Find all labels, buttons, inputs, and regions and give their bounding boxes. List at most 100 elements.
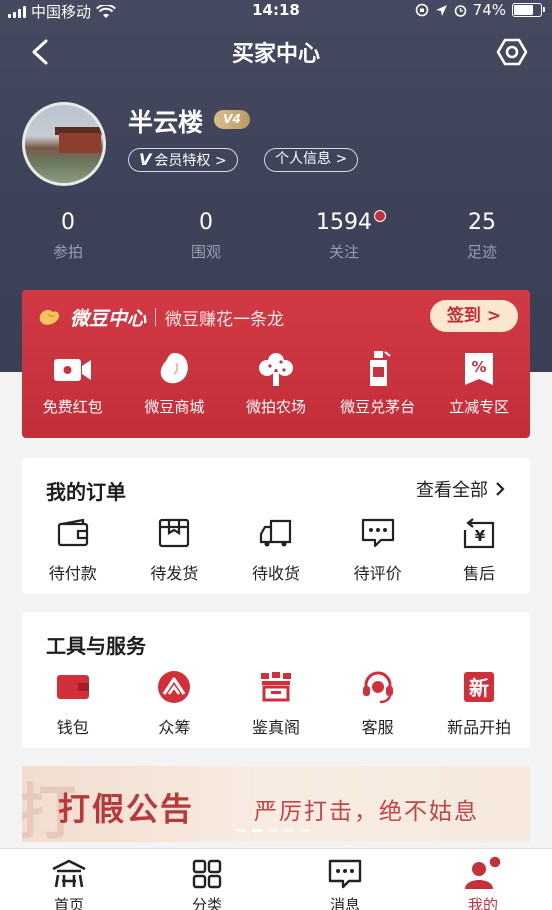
stat-value: 0 xyxy=(199,210,213,235)
wallet-icon xyxy=(57,519,88,547)
anti-counterfeit-banner[interactable]: 打 打假公告 严厉打击，绝不姑息 xyxy=(22,766,530,842)
personal-info-link[interactable]: 个人信息 > xyxy=(264,148,359,172)
refund-icon: ¥ xyxy=(464,518,495,549)
stat-value: 0 xyxy=(61,210,75,235)
stats-row: 0 参拍 0 围观 1594 关注 25 足迹 xyxy=(0,210,552,270)
bean-item-moutai[interactable]: 微豆兑茅台 xyxy=(327,350,429,417)
orders-title: 我的订单 xyxy=(46,480,126,504)
liquor-bottle-icon xyxy=(369,351,391,386)
divider xyxy=(155,308,157,326)
tool-wallet[interactable]: 钱包 xyxy=(22,670,124,738)
order-item-label: 待付款 xyxy=(48,564,97,583)
member-privileges-link[interactable]: V 会员特权 > xyxy=(128,148,238,172)
tree-icon xyxy=(258,353,293,386)
orders-card: 我的订单 查看全部 待付款 待发货 待收货 待评价 ¥ 售后 xyxy=(22,458,530,594)
order-pending-payment[interactable]: 待付款 xyxy=(22,516,124,584)
user-icon xyxy=(465,855,502,889)
order-after-sales[interactable]: ¥ 售后 xyxy=(428,516,530,584)
tool-label: 众筹 xyxy=(158,718,191,737)
tab-bar: 首页 分类 消息 我的 xyxy=(0,848,552,910)
stat-value: 25 xyxy=(468,210,496,235)
stat-label: 围观 xyxy=(190,243,221,261)
svg-text:新: 新 xyxy=(469,676,489,700)
stat-watching[interactable]: 0 围观 xyxy=(156,210,256,262)
stat-following[interactable]: 1594 关注 xyxy=(294,210,394,262)
video-icon xyxy=(53,359,91,381)
view-all-orders-link[interactable]: 查看全部 xyxy=(416,476,508,502)
username: 半云楼 xyxy=(128,108,204,137)
bean-logo-icon xyxy=(39,309,60,325)
bean-center-slogan: 微豆赚花一条龙 xyxy=(165,309,285,330)
headset-icon xyxy=(362,671,393,704)
package-icon xyxy=(159,518,190,548)
bean-item-farm[interactable]: 微拍农场 xyxy=(225,350,327,417)
bean-item-label: 微豆商城 xyxy=(144,398,205,416)
personal-info-label: 个人信息 > xyxy=(275,151,348,167)
truck-icon xyxy=(259,519,292,547)
bean-item-label: 微拍农场 xyxy=(245,398,306,416)
tab-label: 分类 xyxy=(191,896,222,910)
tools-title: 工具与服务 xyxy=(46,634,146,658)
member-privileges-label: 会员特权 > xyxy=(154,153,227,169)
vip-icon: V xyxy=(139,150,152,169)
tools-card: 工具与服务 钱包 众筹 鉴真阁 客服 新新品开拍 xyxy=(22,612,530,748)
tab-categories[interactable]: 分类 xyxy=(138,849,276,910)
comment-icon xyxy=(361,518,394,548)
page-title: 买家中心 xyxy=(231,42,320,67)
tab-messages[interactable]: 消息 xyxy=(276,849,414,910)
wallet-icon xyxy=(56,675,89,699)
location-icon xyxy=(435,4,447,16)
order-item-label: 待收货 xyxy=(251,564,300,583)
stat-label: 关注 xyxy=(328,243,359,261)
stat-bids[interactable]: 0 参拍 xyxy=(18,210,118,262)
new-icon: 新 xyxy=(464,672,495,702)
appraisal-icon xyxy=(260,672,291,702)
tool-customer-service[interactable]: 客服 xyxy=(327,670,429,738)
tab-home[interactable]: 首页 xyxy=(0,849,138,910)
tab-label: 首页 xyxy=(53,896,84,910)
order-item-label: 待发货 xyxy=(150,564,199,583)
banner-title: 打假公告 xyxy=(58,790,195,828)
bean-item-label: 微豆兑茅台 xyxy=(340,398,416,416)
bean-item-free-red-packet[interactable]: 免费红包 xyxy=(22,350,124,417)
tool-appraisal[interactable]: 鉴真阁 xyxy=(225,670,327,738)
tab-label: 消息 xyxy=(329,896,360,910)
discount-icon: % xyxy=(465,353,494,385)
bean-item-label: 免费红包 xyxy=(42,398,103,416)
chevron-right-icon xyxy=(496,482,505,496)
order-item-label: 待评价 xyxy=(353,564,402,583)
bean-item-bean-mall[interactable]: 微豆商城 xyxy=(124,350,226,417)
order-pending-receipt[interactable]: 待收货 xyxy=(225,516,327,584)
bean-center-logo: 微豆中心 xyxy=(70,307,147,330)
tool-crowdfunding[interactable]: 众筹 xyxy=(124,670,226,738)
bean-center-card: 微豆中心 微豆赚花一条龙 签到 > 免费红包 微豆商城 微拍农场 微豆兑茅台 %… xyxy=(22,290,530,438)
crowdfunding-icon xyxy=(158,671,191,703)
view-all-label: 查看全部 xyxy=(416,480,488,501)
rotation-lock-icon xyxy=(415,3,428,17)
tool-new-auction[interactable]: 新新品开拍 xyxy=(428,670,530,738)
battery-icon xyxy=(512,3,545,17)
sign-in-button[interactable]: 签到 > xyxy=(430,300,518,332)
status-bar: 中国移动 14:18 74% xyxy=(0,0,552,22)
order-pending-review[interactable]: 待评价 xyxy=(327,516,429,584)
tool-label: 鉴真阁 xyxy=(251,718,300,737)
carousel-indicator xyxy=(236,829,310,832)
stat-footprints[interactable]: 25 足迹 xyxy=(432,210,532,262)
stat-label: 参拍 xyxy=(52,243,83,261)
avatar[interactable] xyxy=(22,102,106,186)
message-icon xyxy=(328,859,362,889)
tool-label: 钱包 xyxy=(56,718,89,737)
alarm-icon xyxy=(454,5,466,17)
notification-dot xyxy=(374,210,386,222)
tab-me[interactable]: 我的 xyxy=(414,849,552,910)
bean-item-discount-zone[interactable]: % 立减专区 xyxy=(428,350,530,417)
svg-text:%: % xyxy=(472,358,487,376)
grid-icon xyxy=(192,859,222,889)
settings-button[interactable] xyxy=(496,36,528,68)
home-icon xyxy=(52,859,86,888)
stat-label: 足迹 xyxy=(466,243,497,261)
tab-label: 我的 xyxy=(467,896,498,910)
svg-text:¥: ¥ xyxy=(475,527,486,545)
order-item-label: 售后 xyxy=(463,564,496,583)
order-pending-shipment[interactable]: 待发货 xyxy=(124,516,226,584)
